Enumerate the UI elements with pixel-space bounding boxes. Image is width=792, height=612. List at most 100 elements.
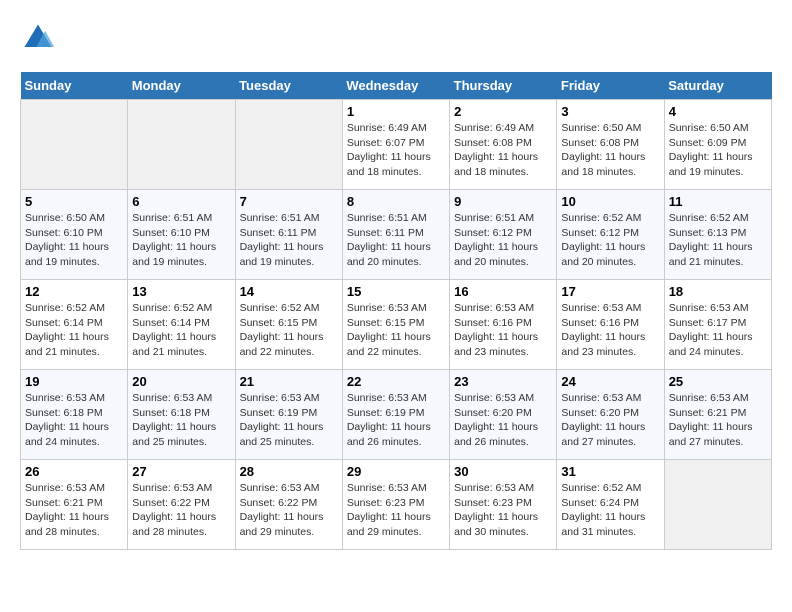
page-header [20, 20, 772, 56]
day-info: Sunrise: 6:53 AM Sunset: 6:16 PM Dayligh… [454, 301, 552, 360]
weekday-header-friday: Friday [557, 72, 664, 100]
calendar-cell: 16 Sunrise: 6:53 AM Sunset: 6:16 PM Dayli… [450, 280, 557, 370]
week-row-2: 5 Sunrise: 6:50 AM Sunset: 6:10 PM Daylig… [21, 190, 772, 280]
calendar-table: SundayMondayTuesdayWednesdayThursdayFrid… [20, 72, 772, 550]
week-row-1: 1 Sunrise: 6:49 AM Sunset: 6:07 PM Daylig… [21, 100, 772, 190]
day-info: Sunrise: 6:53 AM Sunset: 6:17 PM Dayligh… [669, 301, 767, 360]
logo [20, 20, 62, 56]
calendar-cell: 12Sunrise: 6:52 AM Sunset: 6:14 PM Dayli… [21, 280, 128, 370]
weekday-row: SundayMondayTuesdayWednesdayThursdayFrid… [21, 72, 772, 100]
day-info: Sunrise: 6:50 AM Sunset: 6:10 PM Dayligh… [25, 211, 123, 270]
calendar-cell: 7 Sunrise: 6:51 AM Sunset: 6:11 PM Daylig… [235, 190, 342, 280]
calendar-header: SundayMondayTuesdayWednesdayThursdayFrid… [21, 72, 772, 100]
calendar-cell: 9 Sunrise: 6:51 AM Sunset: 6:12 PM Daylig… [450, 190, 557, 280]
day-number: 4 [669, 104, 767, 119]
calendar-cell: 27Sunrise: 6:53 AM Sunset: 6:22 PM Dayli… [128, 460, 235, 550]
weekday-header-sunday: Sunday [21, 72, 128, 100]
logo-icon [20, 20, 56, 56]
calendar-cell: 28Sunrise: 6:53 AM Sunset: 6:22 PM Dayli… [235, 460, 342, 550]
day-number: 12 [25, 284, 123, 299]
calendar-cell: 30Sunrise: 6:53 AM Sunset: 6:23 PM Dayli… [450, 460, 557, 550]
day-number: 16 [454, 284, 552, 299]
calendar-cell: 4 Sunrise: 6:50 AM Sunset: 6:09 PM Daylig… [664, 100, 771, 190]
day-info: Sunrise: 6:52 AM Sunset: 6:14 PM Dayligh… [132, 301, 230, 360]
day-number: 22 [347, 374, 445, 389]
day-info: Sunrise: 6:53 AM Sunset: 6:19 PM Dayligh… [240, 391, 338, 450]
calendar-cell: 13Sunrise: 6:52 AM Sunset: 6:14 PM Dayli… [128, 280, 235, 370]
week-row-5: 26 Sunrise: 6:53 AM Sunset: 6:21 PM Dayli… [21, 460, 772, 550]
day-info: Sunrise: 6:52 AM Sunset: 6:13 PM Dayligh… [669, 211, 767, 270]
day-number: 23 [454, 374, 552, 389]
weekday-header-wednesday: Wednesday [342, 72, 449, 100]
day-info: Sunrise: 6:53 AM Sunset: 6:21 PM Dayligh… [669, 391, 767, 450]
day-info: Sunrise: 6:49 AM Sunset: 6:08 PM Dayligh… [454, 121, 552, 180]
calendar-cell: 6 Sunrise: 6:51 AM Sunset: 6:10 PM Daylig… [128, 190, 235, 280]
day-number: 21 [240, 374, 338, 389]
day-number: 26 [25, 464, 123, 479]
day-number: 31 [561, 464, 659, 479]
calendar-cell: 26 Sunrise: 6:53 AM Sunset: 6:21 PM Dayli… [21, 460, 128, 550]
calendar-cell: 24 Sunrise: 6:53 AM Sunset: 6:20 PM Dayli… [557, 370, 664, 460]
day-number: 15 [347, 284, 445, 299]
day-number: 25 [669, 374, 767, 389]
calendar-cell: 5 Sunrise: 6:50 AM Sunset: 6:10 PM Daylig… [21, 190, 128, 280]
calendar-cell: 18 Sunrise: 6:53 AM Sunset: 6:17 PM Dayli… [664, 280, 771, 370]
week-row-3: 12 Sunrise: 6:52 AM Sunset: 6:14 PM Dayli… [21, 280, 772, 370]
day-number: 3 [561, 104, 659, 119]
day-info: Sunrise: 6:53 AM Sunset: 6:20 PM Dayligh… [454, 391, 552, 450]
day-number: 9 [454, 194, 552, 209]
day-info: Sunrise: 6:49 AM Sunset: 6:07 PM Dayligh… [347, 121, 445, 180]
weekday-header-thursday: Thursday [450, 72, 557, 100]
day-info: Sunrise: 6:53 AM Sunset: 6:18 PM Dayligh… [132, 391, 230, 450]
day-info: Sunrise: 6:53 AM Sunset: 6:22 PM Dayligh… [240, 481, 338, 540]
calendar-cell [235, 100, 342, 190]
calendar-cell: 17 Sunrise: 6:53 AM Sunset: 6:16 PM Dayli… [557, 280, 664, 370]
day-info: Sunrise: 6:51 AM Sunset: 6:10 PM Dayligh… [132, 211, 230, 270]
calendar-body: 1 Sunrise: 6:49 AM Sunset: 6:07 PM Daylig… [21, 100, 772, 550]
weekday-header-saturday: Saturday [664, 72, 771, 100]
day-number: 11 [669, 194, 767, 209]
day-number: 1 [347, 104, 445, 119]
day-info: Sunrise: 6:51 AM Sunset: 6:12 PM Dayligh… [454, 211, 552, 270]
day-info: Sunrise: 6:51 AM Sunset: 6:11 PM Dayligh… [240, 211, 338, 270]
calendar-cell: 25 Sunrise: 6:53 AM Sunset: 6:21 PM Dayli… [664, 370, 771, 460]
day-info: Sunrise: 6:53 AM Sunset: 6:21 PM Dayligh… [25, 481, 123, 540]
calendar-cell: 8Sunrise: 6:51 AM Sunset: 6:11 PM Daylig… [342, 190, 449, 280]
calendar-cell: 23 Sunrise: 6:53 AM Sunset: 6:20 PM Dayli… [450, 370, 557, 460]
day-number: 24 [561, 374, 659, 389]
day-info: Sunrise: 6:53 AM Sunset: 6:16 PM Dayligh… [561, 301, 659, 360]
day-info: Sunrise: 6:52 AM Sunset: 6:24 PM Dayligh… [561, 481, 659, 540]
calendar-cell: 22 Sunrise: 6:53 AM Sunset: 6:19 PM Dayli… [342, 370, 449, 460]
day-number: 2 [454, 104, 552, 119]
day-info: Sunrise: 6:50 AM Sunset: 6:09 PM Dayligh… [669, 121, 767, 180]
calendar-cell: 10 Sunrise: 6:52 AM Sunset: 6:12 PM Dayli… [557, 190, 664, 280]
day-info: Sunrise: 6:52 AM Sunset: 6:12 PM Dayligh… [561, 211, 659, 270]
day-number: 5 [25, 194, 123, 209]
weekday-header-monday: Monday [128, 72, 235, 100]
day-info: Sunrise: 6:53 AM Sunset: 6:19 PM Dayligh… [347, 391, 445, 450]
day-number: 6 [132, 194, 230, 209]
day-number: 29 [347, 464, 445, 479]
weekday-header-tuesday: Tuesday [235, 72, 342, 100]
day-info: Sunrise: 6:51 AM Sunset: 6:11 PM Dayligh… [347, 211, 445, 270]
day-info: Sunrise: 6:53 AM Sunset: 6:15 PM Dayligh… [347, 301, 445, 360]
calendar-cell: 31 Sunrise: 6:52 AM Sunset: 6:24 PM Dayli… [557, 460, 664, 550]
day-number: 17 [561, 284, 659, 299]
day-number: 7 [240, 194, 338, 209]
calendar-cell: 3 Sunrise: 6:50 AM Sunset: 6:08 PM Daylig… [557, 100, 664, 190]
day-number: 27 [132, 464, 230, 479]
day-info: Sunrise: 6:52 AM Sunset: 6:15 PM Dayligh… [240, 301, 338, 360]
calendar-cell [128, 100, 235, 190]
day-info: Sunrise: 6:50 AM Sunset: 6:08 PM Dayligh… [561, 121, 659, 180]
day-info: Sunrise: 6:53 AM Sunset: 6:20 PM Dayligh… [561, 391, 659, 450]
calendar-cell: 29Sunrise: 6:53 AM Sunset: 6:23 PM Dayli… [342, 460, 449, 550]
day-info: Sunrise: 6:53 AM Sunset: 6:18 PM Dayligh… [25, 391, 123, 450]
day-number: 20 [132, 374, 230, 389]
calendar-cell: 1 Sunrise: 6:49 AM Sunset: 6:07 PM Daylig… [342, 100, 449, 190]
day-number: 10 [561, 194, 659, 209]
calendar-cell [21, 100, 128, 190]
week-row-4: 19 Sunrise: 6:53 AM Sunset: 6:18 PM Dayli… [21, 370, 772, 460]
day-number: 18 [669, 284, 767, 299]
day-number: 19 [25, 374, 123, 389]
day-number: 30 [454, 464, 552, 479]
